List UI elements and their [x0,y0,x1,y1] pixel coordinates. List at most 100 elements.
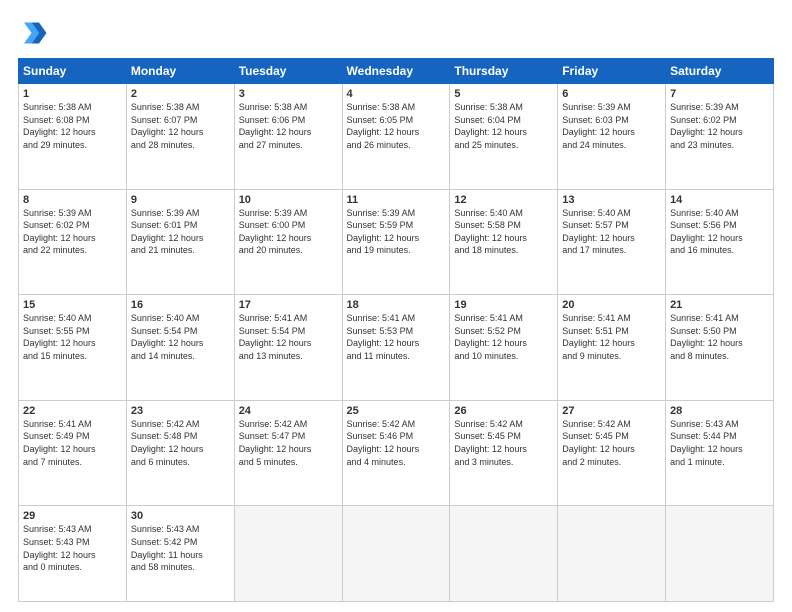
day-cell: 12Sunrise: 5:40 AM Sunset: 5:58 PM Dayli… [450,189,558,295]
logo [18,18,52,48]
day-cell: 26Sunrise: 5:42 AM Sunset: 5:45 PM Dayli… [450,400,558,506]
day-info: Sunrise: 5:43 AM Sunset: 5:42 PM Dayligh… [131,523,230,573]
day-number: 22 [23,405,122,417]
day-header-thursday: Thursday [450,59,558,84]
day-number: 20 [562,299,661,311]
day-cell: 2Sunrise: 5:38 AM Sunset: 6:07 PM Daylig… [126,84,234,190]
day-cell: 28Sunrise: 5:43 AM Sunset: 5:44 PM Dayli… [666,400,774,506]
day-cell: 18Sunrise: 5:41 AM Sunset: 5:53 PM Dayli… [342,295,450,401]
day-number: 3 [239,88,338,100]
day-number: 17 [239,299,338,311]
day-cell: 27Sunrise: 5:42 AM Sunset: 5:45 PM Dayli… [558,400,666,506]
day-info: Sunrise: 5:42 AM Sunset: 5:45 PM Dayligh… [562,418,661,468]
day-cell: 9Sunrise: 5:39 AM Sunset: 6:01 PM Daylig… [126,189,234,295]
day-number: 8 [23,194,122,206]
day-info: Sunrise: 5:39 AM Sunset: 6:01 PM Dayligh… [131,207,230,257]
day-number: 27 [562,405,661,417]
day-header-tuesday: Tuesday [234,59,342,84]
day-info: Sunrise: 5:43 AM Sunset: 5:44 PM Dayligh… [670,418,769,468]
day-info: Sunrise: 5:39 AM Sunset: 6:02 PM Dayligh… [23,207,122,257]
day-info: Sunrise: 5:38 AM Sunset: 6:05 PM Dayligh… [347,101,446,151]
day-cell: 29Sunrise: 5:43 AM Sunset: 5:43 PM Dayli… [19,506,127,602]
day-cell: 8Sunrise: 5:39 AM Sunset: 6:02 PM Daylig… [19,189,127,295]
day-number: 9 [131,194,230,206]
day-info: Sunrise: 5:40 AM Sunset: 5:55 PM Dayligh… [23,312,122,362]
day-number: 23 [131,405,230,417]
day-info: Sunrise: 5:41 AM Sunset: 5:50 PM Dayligh… [670,312,769,362]
day-cell: 3Sunrise: 5:38 AM Sunset: 6:06 PM Daylig… [234,84,342,190]
day-cell: 17Sunrise: 5:41 AM Sunset: 5:54 PM Dayli… [234,295,342,401]
day-cell: 1Sunrise: 5:38 AM Sunset: 6:08 PM Daylig… [19,84,127,190]
day-number: 12 [454,194,553,206]
day-cell: 20Sunrise: 5:41 AM Sunset: 5:51 PM Dayli… [558,295,666,401]
day-cell: 16Sunrise: 5:40 AM Sunset: 5:54 PM Dayli… [126,295,234,401]
day-number: 15 [23,299,122,311]
week-row-2: 8Sunrise: 5:39 AM Sunset: 6:02 PM Daylig… [19,189,774,295]
day-number: 10 [239,194,338,206]
day-header-friday: Friday [558,59,666,84]
day-info: Sunrise: 5:42 AM Sunset: 5:45 PM Dayligh… [454,418,553,468]
day-info: Sunrise: 5:39 AM Sunset: 6:00 PM Dayligh… [239,207,338,257]
day-cell: 7Sunrise: 5:39 AM Sunset: 6:02 PM Daylig… [666,84,774,190]
header [18,18,774,48]
day-info: Sunrise: 5:40 AM Sunset: 5:54 PM Dayligh… [131,312,230,362]
day-info: Sunrise: 5:41 AM Sunset: 5:51 PM Dayligh… [562,312,661,362]
day-info: Sunrise: 5:42 AM Sunset: 5:48 PM Dayligh… [131,418,230,468]
day-number: 6 [562,88,661,100]
day-header-saturday: Saturday [666,59,774,84]
day-info: Sunrise: 5:42 AM Sunset: 5:47 PM Dayligh… [239,418,338,468]
day-header-monday: Monday [126,59,234,84]
day-number: 1 [23,88,122,100]
day-header-sunday: Sunday [19,59,127,84]
week-row-1: 1Sunrise: 5:38 AM Sunset: 6:08 PM Daylig… [19,84,774,190]
day-cell: 23Sunrise: 5:42 AM Sunset: 5:48 PM Dayli… [126,400,234,506]
day-info: Sunrise: 5:41 AM Sunset: 5:54 PM Dayligh… [239,312,338,362]
week-row-4: 22Sunrise: 5:41 AM Sunset: 5:49 PM Dayli… [19,400,774,506]
day-cell: 19Sunrise: 5:41 AM Sunset: 5:52 PM Dayli… [450,295,558,401]
day-header-wednesday: Wednesday [342,59,450,84]
day-number: 25 [347,405,446,417]
day-info: Sunrise: 5:42 AM Sunset: 5:46 PM Dayligh… [347,418,446,468]
day-info: Sunrise: 5:38 AM Sunset: 6:06 PM Dayligh… [239,101,338,151]
day-cell: 21Sunrise: 5:41 AM Sunset: 5:50 PM Dayli… [666,295,774,401]
day-cell: 15Sunrise: 5:40 AM Sunset: 5:55 PM Dayli… [19,295,127,401]
day-info: Sunrise: 5:38 AM Sunset: 6:07 PM Dayligh… [131,101,230,151]
day-cell: 24Sunrise: 5:42 AM Sunset: 5:47 PM Dayli… [234,400,342,506]
day-cell: 6Sunrise: 5:39 AM Sunset: 6:03 PM Daylig… [558,84,666,190]
day-number: 24 [239,405,338,417]
day-cell [558,506,666,602]
day-info: Sunrise: 5:41 AM Sunset: 5:53 PM Dayligh… [347,312,446,362]
day-info: Sunrise: 5:39 AM Sunset: 5:59 PM Dayligh… [347,207,446,257]
day-info: Sunrise: 5:40 AM Sunset: 5:56 PM Dayligh… [670,207,769,257]
day-cell [234,506,342,602]
day-info: Sunrise: 5:39 AM Sunset: 6:02 PM Dayligh… [670,101,769,151]
day-cell: 5Sunrise: 5:38 AM Sunset: 6:04 PM Daylig… [450,84,558,190]
day-info: Sunrise: 5:41 AM Sunset: 5:52 PM Dayligh… [454,312,553,362]
header-row: SundayMondayTuesdayWednesdayThursdayFrid… [19,59,774,84]
day-number: 14 [670,194,769,206]
day-number: 21 [670,299,769,311]
day-cell: 13Sunrise: 5:40 AM Sunset: 5:57 PM Dayli… [558,189,666,295]
day-cell: 4Sunrise: 5:38 AM Sunset: 6:05 PM Daylig… [342,84,450,190]
day-number: 19 [454,299,553,311]
day-cell: 10Sunrise: 5:39 AM Sunset: 6:00 PM Dayli… [234,189,342,295]
day-number: 28 [670,405,769,417]
day-info: Sunrise: 5:40 AM Sunset: 5:57 PM Dayligh… [562,207,661,257]
day-number: 7 [670,88,769,100]
page: SundayMondayTuesdayWednesdayThursdayFrid… [0,0,792,612]
day-cell: 22Sunrise: 5:41 AM Sunset: 5:49 PM Dayli… [19,400,127,506]
day-cell: 30Sunrise: 5:43 AM Sunset: 5:42 PM Dayli… [126,506,234,602]
day-number: 26 [454,405,553,417]
day-number: 11 [347,194,446,206]
day-info: Sunrise: 5:40 AM Sunset: 5:58 PM Dayligh… [454,207,553,257]
day-number: 2 [131,88,230,100]
week-row-5: 29Sunrise: 5:43 AM Sunset: 5:43 PM Dayli… [19,506,774,602]
day-cell [666,506,774,602]
day-number: 29 [23,510,122,522]
day-info: Sunrise: 5:38 AM Sunset: 6:08 PM Dayligh… [23,101,122,151]
day-number: 30 [131,510,230,522]
day-number: 4 [347,88,446,100]
day-info: Sunrise: 5:43 AM Sunset: 5:43 PM Dayligh… [23,523,122,573]
day-cell: 11Sunrise: 5:39 AM Sunset: 5:59 PM Dayli… [342,189,450,295]
day-info: Sunrise: 5:39 AM Sunset: 6:03 PM Dayligh… [562,101,661,151]
